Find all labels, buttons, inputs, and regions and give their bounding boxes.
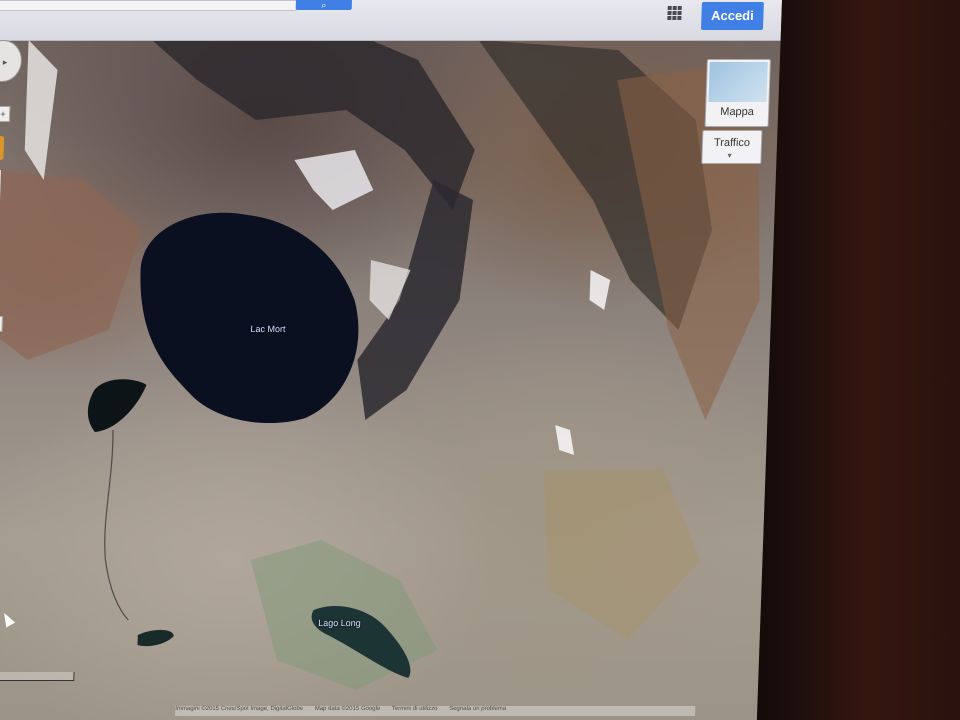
satellite-map[interactable]: Lac Mort Lago Long (0, 0, 782, 720)
snow-patch (555, 425, 575, 455)
meadow (543, 470, 701, 640)
terrain-layer (0, 10, 760, 690)
search-input[interactable] (0, 0, 297, 11)
snow-patch (589, 270, 611, 310)
top-bar: ⌕ Accedi (0, 0, 782, 41)
map-data-credit: Map data ©2015 Google (314, 706, 381, 712)
map-type-toggle[interactable]: Mappa (704, 59, 771, 127)
lake-small (87, 379, 147, 432)
search-button[interactable]: ⌕ (295, 0, 352, 10)
pan-arrow-icon: ▸ (2, 57, 8, 67)
lake-label-long: Lago Long (318, 618, 361, 628)
map-attribution: Immagini ©2015 Cnes/Spot Image, DigitalG… (174, 706, 696, 716)
snow-patch (24, 40, 58, 180)
traffic-layer-button[interactable]: Traffico ▾ (701, 130, 763, 164)
lake-label-main: Lac Mort (250, 324, 286, 334)
zoom-slider-track[interactable] (0, 170, 2, 310)
chevron-down-icon: ▾ (727, 151, 732, 160)
zoom-in-button[interactable]: + (0, 106, 11, 122)
lake-tiny (137, 629, 174, 647)
snow-patch (294, 150, 374, 210)
apps-grid-icon[interactable] (667, 6, 682, 20)
lake-main (140, 212, 359, 423)
map-type-label: Mappa (720, 106, 755, 118)
report-problem-link[interactable]: Segnala un problema (449, 706, 506, 712)
map-scale-bar (0, 672, 75, 681)
map-thumbnail-icon (708, 62, 768, 102)
signin-button[interactable]: Accedi (700, 2, 764, 30)
terms-link[interactable]: Termini di utilizzo (392, 706, 438, 712)
browser-screen: Lac Mort Lago Long ⌕ Accedi ▸ + – Mappa … (0, 0, 782, 720)
terrain-slope (0, 170, 142, 360)
traffic-label: Traffico (713, 137, 751, 149)
imagery-credit: Immagini ©2015 Cnes/Spot Image, DigitalG… (175, 706, 304, 712)
stream (104, 429, 129, 621)
street-view-pegman-icon[interactable] (0, 136, 5, 160)
search-icon: ⌕ (321, 0, 327, 10)
